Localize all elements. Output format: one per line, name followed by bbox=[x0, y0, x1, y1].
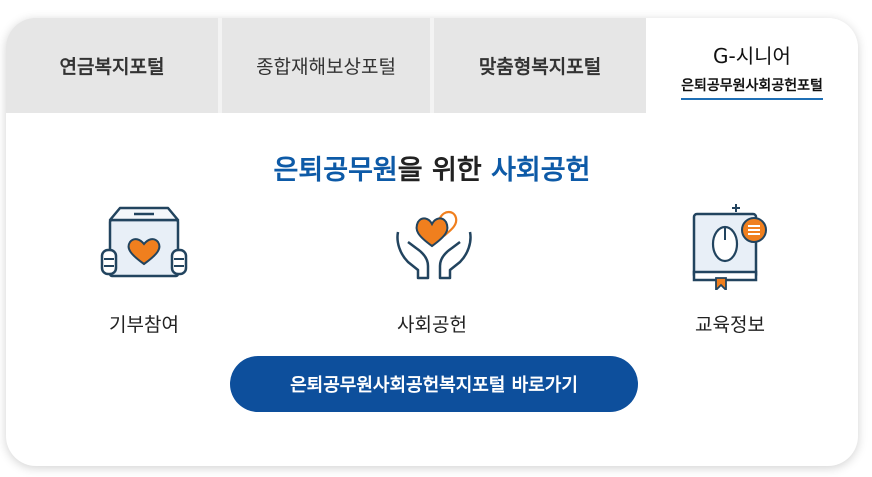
tab-label: 맞춤형복지포털 bbox=[478, 56, 602, 78]
portal-shortcut-button[interactable]: 은퇴공무원사회공헌복지포털 바로가기 bbox=[230, 356, 638, 412]
tab-label: 종합재해보상포털 bbox=[256, 56, 396, 78]
headline-part-2: 을 위한 bbox=[397, 155, 492, 186]
headline-part-1: 은퇴공무원 bbox=[273, 155, 398, 186]
tab-pension-welfare[interactable]: 연금복지포털 bbox=[6, 18, 218, 113]
feature-label-donation[interactable]: 기부참여 bbox=[74, 310, 214, 337]
headline-part-3: 사회공헌 bbox=[491, 155, 591, 186]
tab-accident-compensation[interactable]: 종합재해보상포털 bbox=[222, 18, 430, 113]
portal-tabs: 연금복지포털 종합재해보상포털 맞춤형복지포털 G-시니어 은퇴공무원사회공헌포… bbox=[6, 18, 858, 113]
feature-label-contribution[interactable]: 사회공헌 bbox=[362, 310, 502, 337]
donation-box-icon[interactable] bbox=[100, 204, 188, 284]
tab-label: 연금복지포털 bbox=[59, 56, 165, 78]
feature-label-education[interactable]: 교육정보 bbox=[660, 310, 800, 337]
button-label: 은퇴공무원사회공헌복지포털 바로가기 bbox=[290, 375, 578, 396]
tab-subtitle: 은퇴공무원사회공헌포털 bbox=[681, 75, 823, 100]
caring-hands-icon[interactable] bbox=[388, 202, 480, 286]
tab-g-senior[interactable]: G-시니어 은퇴공무원사회공헌포털 bbox=[646, 18, 858, 113]
portal-card: 연금복지포털 종합재해보상포털 맞춤형복지포털 G-시니어 은퇴공무원사회공헌포… bbox=[6, 18, 858, 466]
education-book-icon[interactable] bbox=[688, 194, 778, 294]
tab-title: G-시니어 bbox=[713, 44, 791, 68]
tab-custom-welfare[interactable]: 맞춤형복지포털 bbox=[434, 18, 646, 113]
page-headline: 은퇴공무원을 위한 사회공헌 bbox=[6, 148, 858, 187]
